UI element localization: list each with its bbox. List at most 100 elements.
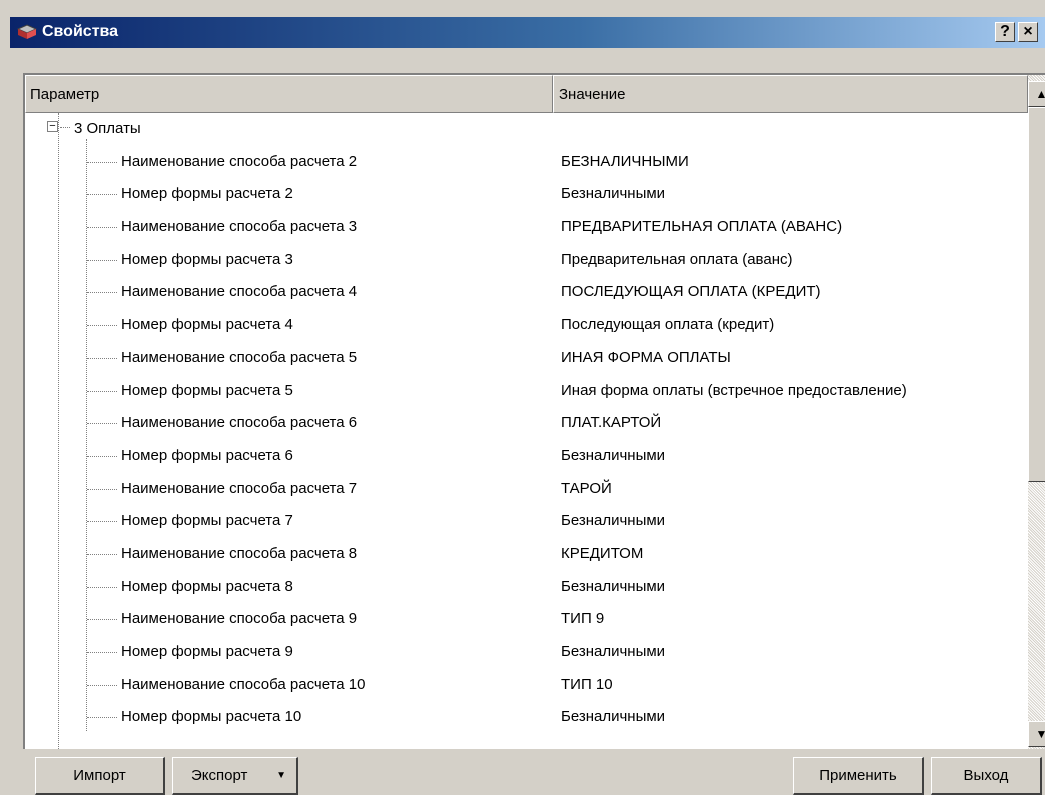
property-name: Номер формы расчета 8: [121, 577, 293, 595]
property-value[interactable]: Безналичными: [561, 185, 665, 202]
property-row[interactable]: Наименование способа расчета 5 ИНАЯ ФОРМА…: [25, 342, 1028, 375]
property-name: Номер формы расчета 6: [121, 446, 293, 464]
title-bar[interactable]: Свойства ? ×: [10, 17, 1045, 48]
property-row[interactable]: Номер формы расчета 2 Безналичными: [25, 178, 1028, 211]
property-name: Наименование способа расчета 4: [121, 283, 358, 301]
property-name: Номер формы расчета 7: [121, 512, 293, 530]
import-label: Импорт: [73, 767, 126, 784]
tree-connector: [87, 521, 117, 523]
apply-button[interactable]: Применить: [793, 757, 924, 795]
property-row[interactable]: Наименование способа расчета 10 ТИП 10: [25, 669, 1028, 702]
property-name: Наименование способа расчета 6: [121, 414, 358, 432]
group-label: 3 Оплаты: [74, 120, 141, 137]
help-button[interactable]: ?: [995, 22, 1015, 42]
property-value[interactable]: Предварительная оплата (аванс): [561, 251, 792, 268]
property-row[interactable]: Номер формы расчета 3 Предварительная опл…: [25, 244, 1028, 277]
tree-connector: [87, 390, 117, 392]
property-value[interactable]: ПОСЛЕДУЮЩАЯ ОПЛАТА (КРЕДИТ): [561, 283, 821, 300]
vertical-scrollbar[interactable]: ▲ ▼: [1028, 75, 1045, 749]
tree-connector: [87, 586, 117, 588]
property-value[interactable]: ПРЕДВАРИТЕЛЬНАЯ ОПЛАТА (АВАНС): [561, 218, 842, 235]
tree-connector: [60, 127, 70, 128]
import-button[interactable]: Импорт: [35, 757, 165, 795]
tree-connector: [87, 455, 117, 457]
property-row[interactable]: Наименование способа расчета 3 ПРЕДВАРИТЕ…: [25, 211, 1028, 244]
property-name: Номер формы расчета 2: [121, 185, 293, 203]
property-row[interactable]: Наименование способа расчета 9 ТИП 9: [25, 603, 1028, 636]
scroll-up-button[interactable]: ▲: [1028, 81, 1045, 107]
property-row[interactable]: Номер формы расчета 10 Безналичными: [25, 701, 1028, 734]
property-value[interactable]: КРЕДИТОМ: [561, 545, 643, 562]
property-value[interactable]: ТИП 10: [561, 676, 613, 693]
property-name: Наименование способа расчета 7: [121, 479, 358, 497]
column-header-param[interactable]: Параметр: [25, 75, 553, 113]
export-button[interactable]: Экспорт ▼: [172, 757, 298, 795]
property-name: Номер формы расчета 9: [121, 643, 293, 660]
grid-rows: − 3 Оплаты Наименование способа расчета …: [25, 113, 1028, 749]
tree-connector: [87, 717, 117, 719]
property-name: Наименование способа расчета 5: [121, 348, 358, 366]
property-value[interactable]: ПЛАТ.КАРТОЙ: [561, 414, 661, 431]
property-row[interactable]: Наименование способа расчета 7 ТАРОЙ: [25, 473, 1028, 506]
window-title: Свойства: [42, 23, 119, 40]
tree-connector: [87, 652, 117, 653]
property-row[interactable]: Наименование способа расчета 6 ПЛАТ.КАРТО…: [25, 407, 1028, 440]
property-value[interactable]: ТИП 9: [561, 610, 604, 627]
property-value[interactable]: Безналичными: [561, 578, 665, 595]
tree-connector: [87, 619, 117, 621]
tree-connector: [87, 488, 117, 490]
property-row[interactable]: Номер формы расчета 4 Последующая оплата …: [25, 309, 1028, 342]
property-row[interactable]: Наименование способа расчета 4 ПОСЛЕДУЮЩА…: [25, 276, 1028, 309]
property-value[interactable]: Безналичными: [561, 512, 665, 529]
scroll-thumb[interactable]: [1028, 107, 1045, 482]
property-grid: Параметр Значение − 3 Оплаты Наименовани…: [23, 73, 1045, 749]
dropdown-arrow-icon[interactable]: ▼: [276, 758, 286, 793]
property-value[interactable]: Последующая оплата (кредит): [561, 316, 774, 333]
tree-connector: [87, 259, 117, 261]
property-name: Номер формы расчета 5: [121, 381, 293, 399]
property-name: Номер формы расчета 3: [121, 250, 293, 268]
property-row[interactable]: Номер формы расчета 8 Безналичными: [25, 571, 1028, 604]
property-value[interactable]: Безналичными: [561, 447, 665, 464]
export-label: Экспорт: [191, 767, 248, 784]
property-value[interactable]: ТАРОЙ: [561, 480, 612, 497]
property-value[interactable]: БЕЗНАЛИЧНЫМИ: [561, 153, 689, 170]
tree-connector: [87, 357, 117, 359]
group-row-payments[interactable]: − 3 Оплаты: [25, 113, 1028, 146]
apply-label: Применить: [819, 767, 897, 784]
tree-connector: [87, 423, 117, 425]
column-header-value[interactable]: Значение: [553, 75, 1028, 113]
property-value[interactable]: ИНАЯ ФОРМА ОПЛАТЫ: [561, 349, 731, 366]
exit-label: Выход: [963, 767, 1009, 784]
property-name: Номер формы расчета 10: [121, 708, 302, 726]
property-row[interactable]: Наименование способа расчета 8 КРЕДИТОМ: [25, 538, 1028, 571]
property-row[interactable]: Номер формы расчета 6 Безналичными: [25, 440, 1028, 473]
property-name: Наименование способа расчета 2: [121, 152, 358, 170]
property-row[interactable]: Номер формы расчета 5 Иная форма оплаты (…: [25, 375, 1028, 408]
property-name: Наименование способа расчета 10: [121, 675, 366, 693]
grid-header: Параметр Значение: [25, 75, 1028, 113]
tree-connector: [87, 325, 117, 327]
tree-connector: [87, 227, 117, 229]
property-name: Номер формы расчета 4: [121, 316, 293, 334]
tree-connector: [87, 292, 117, 294]
property-row[interactable]: Номер формы расчета 9 Безналичными: [25, 636, 1028, 669]
exit-button[interactable]: Выход: [931, 757, 1042, 795]
property-value[interactable]: Безналичными: [561, 643, 665, 660]
property-value[interactable]: Безналичными: [561, 708, 665, 725]
scroll-down-button[interactable]: ▼: [1028, 721, 1045, 747]
tree-connector: [87, 194, 117, 196]
property-name: Наименование способа расчета 8: [121, 544, 358, 562]
property-row[interactable]: Наименование способа расчета 2 БЕЗНАЛИЧНЫ…: [25, 146, 1028, 179]
tree-connector: [87, 553, 117, 555]
close-button[interactable]: ×: [1018, 22, 1038, 42]
properties-window: Свойства ? × Параметр Значение − 3 Оплат…: [10, 17, 1045, 795]
property-value[interactable]: Иная форма оплаты (встречное предоставле…: [561, 382, 907, 399]
property-row[interactable]: Номер формы расчета 7 Безналичными: [25, 505, 1028, 538]
tree-connector: [87, 684, 117, 686]
collapse-icon[interactable]: −: [47, 121, 58, 132]
property-name: Наименование способа расчета 3: [121, 218, 358, 236]
property-name: Наименование способа расчета 9: [121, 610, 358, 628]
tree-connector: [87, 161, 117, 163]
properties-app-icon: [16, 24, 38, 39]
